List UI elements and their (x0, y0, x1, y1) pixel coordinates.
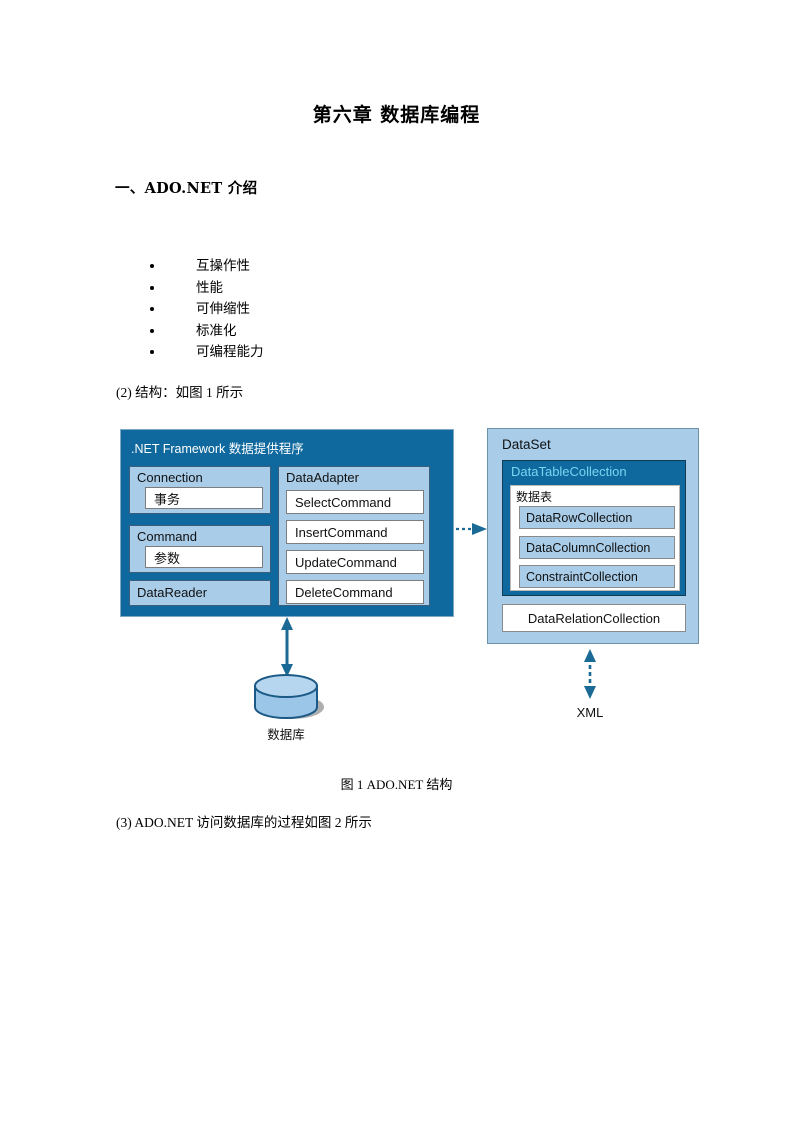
datareader-label: DataReader (137, 585, 208, 600)
datarelation-collection-box[interactable]: DataRelationCollection (502, 604, 686, 632)
xml-label: XML (576, 705, 604, 720)
update-command-box[interactable]: UpdateCommand (286, 550, 424, 574)
command-label: Command (137, 529, 197, 544)
select-command-box[interactable]: SelectCommand (286, 490, 424, 514)
datarow-collection-box[interactable]: DataRowCollection (519, 506, 675, 529)
arrowhead-down-to-xml (584, 686, 596, 699)
dataadapter-box[interactable]: DataAdapter SelectCommand InsertCommand … (278, 466, 430, 606)
dataset-panel: DataSet DataTableCollection 数据表 DataRowC… (487, 428, 699, 644)
provider-panel: .NET Framework 数据提供程序 Connection 事务 Comm… (120, 429, 454, 617)
datareader-box[interactable]: DataReader (129, 580, 271, 606)
datacolumn-collection-box[interactable]: DataColumnCollection (519, 536, 675, 559)
datatable-collection-label: DataTableCollection (511, 464, 627, 479)
figure-caption: 图 1 ADO.NET 结构 (340, 777, 453, 792)
arrowhead-to-dataset (472, 523, 487, 535)
database-cylinder-top (254, 674, 318, 698)
constraint-collection-box[interactable]: ConstraintCollection (519, 565, 675, 588)
document-page: 第六章 数据库编程 一、ADO.NET 介绍 互操作性 性能 可伸缩性 标准化 … (0, 0, 793, 1122)
dataset-title: DataSet (502, 437, 551, 452)
datatable-collection-box[interactable]: DataTableCollection 数据表 DataRowCollectio… (502, 460, 686, 596)
arrowhead-up-to-provider (281, 617, 293, 630)
provider-panel-title: .NET Framework 数据提供程序 (131, 442, 304, 456)
delete-command-box[interactable]: DeleteCommand (286, 580, 424, 604)
data-table-label: 数据表 (516, 490, 553, 504)
ado-net-architecture-diagram: .NET Framework 数据提供程序 Connection 事务 Comm… (0, 0, 793, 1122)
transaction-box[interactable]: 事务 (145, 487, 263, 509)
parameter-box[interactable]: 参数 (145, 546, 263, 568)
data-table-box[interactable]: 数据表 DataRowCollection DataColumnCollecti… (510, 485, 680, 591)
command-box[interactable]: Command 参数 (129, 525, 271, 573)
connection-box[interactable]: Connection 事务 (129, 466, 271, 514)
dataadapter-label: DataAdapter (286, 470, 359, 485)
arrowhead-up-to-dataset (584, 649, 596, 662)
database-label: 数据库 (267, 728, 305, 742)
process-paragraph: (3) ADO.NET 访问数据库的过程如图 2 所示 (116, 815, 372, 830)
insert-command-box[interactable]: InsertCommand (286, 520, 424, 544)
connection-label: Connection (137, 470, 203, 485)
